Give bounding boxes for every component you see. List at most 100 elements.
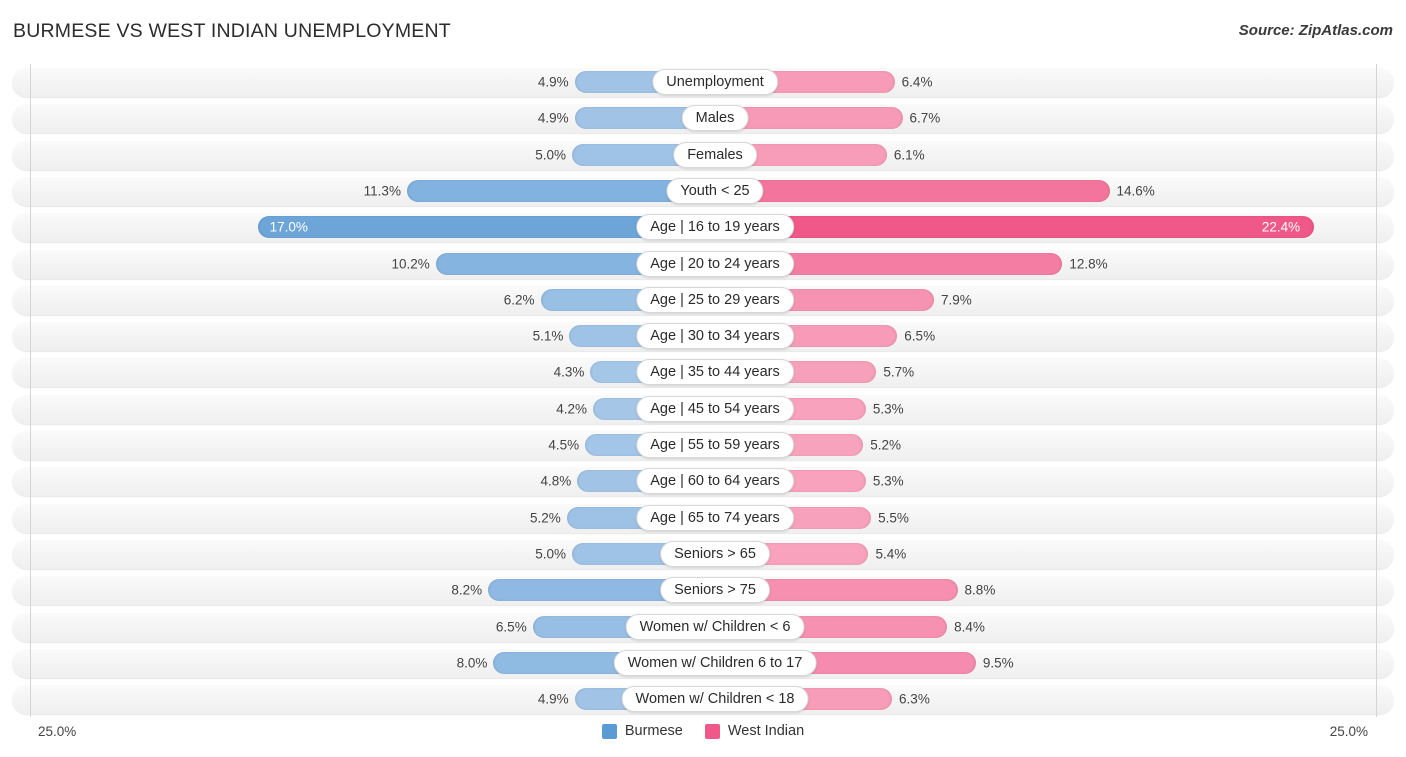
table-row[interactable]: 17.0% 22.4% Age | 16 to 19 years xyxy=(12,212,1394,243)
row-content: 5.0% 6.1% Females xyxy=(12,140,1394,170)
row-label-pill[interactable]: Age | 30 to 34 years xyxy=(636,323,794,350)
value-label-burmese: 5.2% xyxy=(529,510,561,526)
table-row[interactable]: 5.0% 5.4% Seniors > 65 xyxy=(12,538,1394,569)
value-label-burmese: 4.2% xyxy=(556,401,587,417)
table-row[interactable]: 8.0% 9.5% Women w/ Children 6 to 17 xyxy=(12,647,1394,678)
value-label-west-indian: 6.5% xyxy=(904,328,936,344)
page-title: BURMESE VS WEST INDIAN UNEMPLOYMENT xyxy=(13,20,451,42)
row-content: 8.2% 8.8% Seniors > 75 xyxy=(12,575,1394,605)
value-label-burmese: 4.9% xyxy=(537,691,569,707)
row-content: 8.0% 9.5% Women w/ Children 6 to 17 xyxy=(12,648,1394,678)
legend-item[interactable]: Burmese xyxy=(601,723,683,739)
value-label-burmese: 11.3% xyxy=(363,183,401,199)
table-row[interactable]: 10.2% 12.8% Age | 20 to 24 years xyxy=(12,248,1394,279)
value-label-west-indian: 5.7% xyxy=(883,364,915,380)
value-label-burmese: 8.2% xyxy=(451,582,483,598)
value-label-burmese: 5.1% xyxy=(532,328,564,344)
table-row[interactable]: 4.8% 5.3% Age | 60 to 64 years xyxy=(12,466,1394,497)
value-label-west-indian: 5.3% xyxy=(872,473,904,489)
value-label-west-indian: 6.7% xyxy=(909,110,941,126)
row-content: 10.2% 12.8% Age | 20 to 24 years xyxy=(12,249,1394,279)
row-label-pill[interactable]: Age | 55 to 59 years xyxy=(636,432,794,458)
plot-area: 4.9% 6.4% Unemployment 4.9% 6.7% Males 5.0% 6.1… xyxy=(12,64,1394,717)
legend: Burmese West Indian xyxy=(0,723,1406,739)
row-label-pill[interactable]: Seniors > 65 xyxy=(660,540,770,567)
value-label-burmese: 6.5% xyxy=(495,619,527,634)
source-attribution: Source: ZipAtlas.com xyxy=(1238,22,1393,39)
table-row[interactable]: 4.9% 6.3% Women w/ Children < 18 xyxy=(12,684,1394,715)
row-content: 5.0% 5.4% Seniors > 65 xyxy=(12,539,1394,569)
row-label-pill[interactable]: Age | 45 to 54 years xyxy=(636,395,794,422)
row-label-pill[interactable]: Age | 65 to 74 years xyxy=(636,504,794,531)
value-label-west-indian: 5.3% xyxy=(872,401,904,417)
table-row[interactable]: 11.3% 14.6% Youth < 25 xyxy=(12,175,1394,206)
row-label-pill[interactable]: Age | 25 to 29 years xyxy=(636,286,794,313)
bar-west-indian[interactable] xyxy=(727,107,903,130)
table-row[interactable]: 4.2% 5.3% Age | 45 to 54 years xyxy=(12,393,1394,424)
row-content: 4.9% 6.4% Unemployment xyxy=(12,67,1394,97)
bar-burmese[interactable] xyxy=(406,179,703,202)
value-label-burmese: 4.9% xyxy=(537,110,569,126)
row-label-pill[interactable]: Women w/ Children < 6 xyxy=(625,613,805,640)
row-content: 4.5% 5.2% Age | 55 to 59 years xyxy=(12,430,1394,460)
row-label-pill[interactable]: Age | 16 to 19 years xyxy=(636,214,794,241)
bar-west-indian[interactable] xyxy=(727,179,1110,202)
row-label-pill[interactable]: Women w/ Children 6 to 17 xyxy=(613,649,817,676)
value-label-burmese: 5.0% xyxy=(535,546,566,562)
row-label-pill[interactable]: Age | 35 to 44 years xyxy=(636,359,794,386)
scale-label-left: 25.0% xyxy=(38,724,77,739)
value-label-burmese: 4.9% xyxy=(537,74,569,90)
row-label-pill[interactable]: Youth < 25 xyxy=(666,177,764,204)
row-content: 11.3% 14.6% Youth < 25 xyxy=(12,176,1394,206)
table-row[interactable]: 5.0% 6.1% Females xyxy=(12,139,1394,170)
row-content: 5.2% 5.5% Age | 65 to 74 years xyxy=(12,503,1394,533)
row-content: 4.3% 5.7% Age | 35 to 44 years xyxy=(12,357,1394,387)
table-row[interactable]: 4.5% 5.2% Age | 55 to 59 years xyxy=(12,430,1394,460)
table-row[interactable]: 5.1% 6.5% Age | 30 to 34 years xyxy=(12,321,1394,352)
value-label-west-indian: 7.9% xyxy=(940,292,972,308)
bar-west-indian[interactable] xyxy=(727,216,1314,239)
value-label-west-indian: 12.8% xyxy=(1069,256,1108,271)
value-label-west-indian: 9.5% xyxy=(982,655,1014,671)
value-label-west-indian: 5.4% xyxy=(875,546,907,562)
axis-line-left xyxy=(30,64,31,717)
legend-item[interactable]: West Indian xyxy=(704,723,805,739)
axis-line-right xyxy=(1376,64,1377,717)
row-label-pill[interactable]: Women w/ Children < 18 xyxy=(621,686,809,713)
scale-label-right: 25.0% xyxy=(1329,724,1368,739)
table-row[interactable]: 5.2% 5.5% Age | 65 to 74 years xyxy=(12,502,1394,533)
row-label-pill[interactable]: Unemployment xyxy=(652,69,778,95)
table-row[interactable]: 8.2% 8.8% Seniors > 75 xyxy=(12,575,1394,606)
row-label-pill[interactable]: Age | 60 to 64 years xyxy=(636,468,794,495)
value-label-west-indian: 5.5% xyxy=(878,510,909,526)
table-row[interactable]: 6.2% 7.9% Age | 25 to 29 years xyxy=(12,284,1394,315)
value-label-burmese: 17.0% xyxy=(269,219,308,235)
table-row[interactable]: 6.5% 8.4% Women w/ Children < 6 xyxy=(12,611,1394,642)
table-row[interactable]: 4.3% 5.7% Age | 35 to 44 years xyxy=(12,357,1394,388)
value-label-west-indian: 6.1% xyxy=(893,147,925,163)
row-label-pill[interactable]: Seniors > 75 xyxy=(660,577,770,604)
row-content: 5.1% 6.5% Age | 30 to 34 years xyxy=(12,321,1394,351)
row-label-pill[interactable]: Females xyxy=(673,141,757,168)
table-row[interactable]: 4.9% 6.4% Unemployment xyxy=(12,67,1394,97)
legend-swatch-icon xyxy=(601,723,617,739)
row-label-pill[interactable]: Males xyxy=(681,105,749,132)
legend-label: West Indian xyxy=(727,723,805,739)
value-label-west-indian: 6.3% xyxy=(899,691,930,707)
chart-root: BURMESE VS WEST INDIAN UNEMPLOYMENT Sour… xyxy=(0,0,1406,757)
value-label-west-indian: 6.4% xyxy=(901,74,933,90)
row-label-pill[interactable]: Age | 20 to 24 years xyxy=(636,250,794,277)
value-label-burmese: 4.3% xyxy=(553,364,585,380)
row-content: 4.2% 5.3% Age | 45 to 54 years xyxy=(12,394,1394,424)
row-content: 4.9% 6.7% Males xyxy=(12,103,1394,133)
value-label-burmese: 4.8% xyxy=(540,473,572,489)
table-row[interactable]: 4.9% 6.7% Males xyxy=(12,103,1394,134)
row-content: 17.0% 22.4% Age | 16 to 19 years xyxy=(12,212,1394,242)
value-label-west-indian: 5.2% xyxy=(870,437,902,453)
value-label-burmese: 5.0% xyxy=(535,147,566,163)
row-content: 4.9% 6.3% Women w/ Children < 18 xyxy=(12,684,1394,714)
legend-label: Burmese xyxy=(624,723,683,739)
row-content: 6.5% 8.4% Women w/ Children < 6 xyxy=(12,612,1394,642)
legend-swatch-icon xyxy=(704,723,720,739)
value-label-burmese: 8.0% xyxy=(456,655,488,671)
